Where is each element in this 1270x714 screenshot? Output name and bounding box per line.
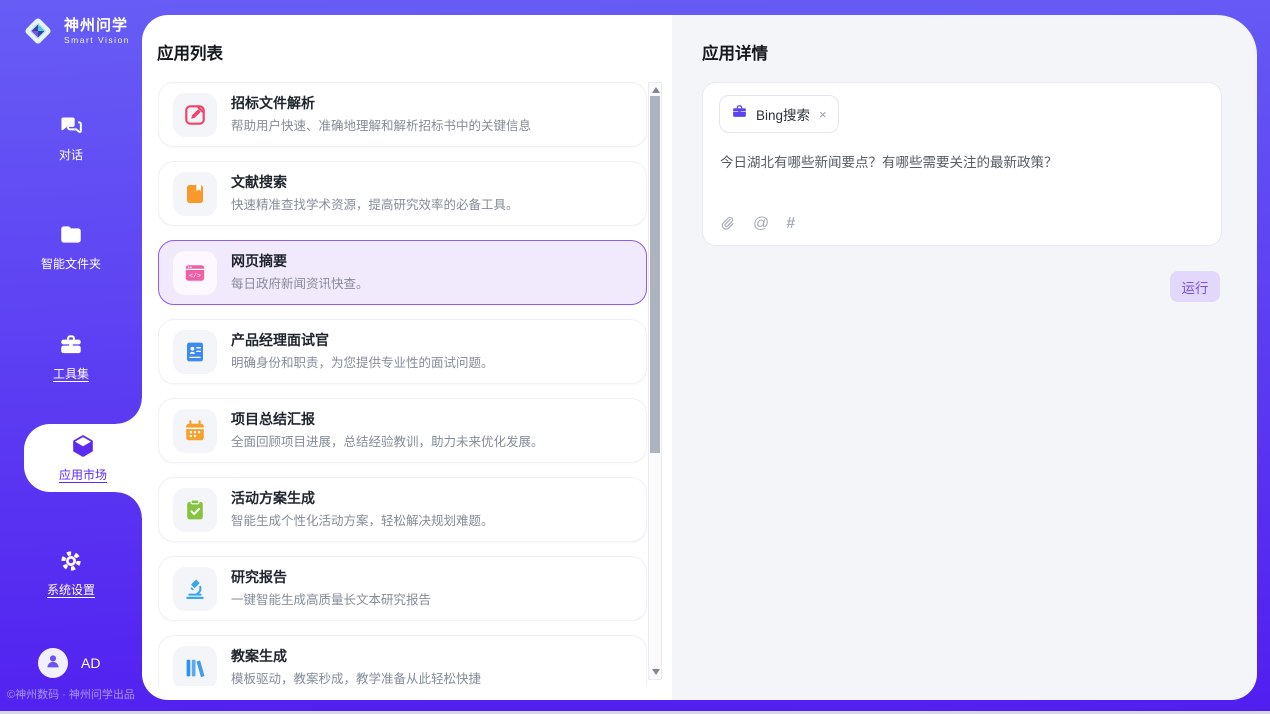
app-card-title: 研究报告	[231, 569, 431, 586]
user-initials: AD	[81, 655, 100, 671]
scroll-up-icon[interactable]	[652, 87, 660, 93]
run-button[interactable]: 运行	[1170, 271, 1220, 302]
scroll-down-icon[interactable]	[652, 669, 660, 675]
book-icon	[173, 172, 217, 216]
app-card-description: 模板驱动，教案秒成，教学准备从此轻松快捷	[231, 668, 481, 686]
microscope-icon	[173, 567, 217, 611]
sidebar-item-label: 应用市场	[59, 466, 107, 483]
app-card-title: 活动方案生成	[231, 490, 494, 507]
sidebar-item-chat[interactable]: 对话	[0, 108, 142, 168]
app-card-description: 明确身份和职责，为您提供专业性的面试问题。	[231, 352, 494, 371]
avatar[interactable]	[38, 648, 68, 678]
app-card-title: 招标文件解析	[231, 95, 531, 112]
app-card-description: 帮助用户快速、准确地理解和解析招标书中的关键信息	[231, 115, 531, 134]
app-card-title: 项目总结汇报	[231, 411, 544, 428]
tool-tag-label: Bing搜索	[756, 104, 810, 124]
input-toolbar: @#	[719, 215, 795, 232]
scrollbar[interactable]	[648, 82, 662, 680]
gear-icon	[58, 548, 84, 574]
tool-tag-bing[interactable]: Bing搜索 ×	[719, 95, 839, 133]
app-detail-title: 应用详情	[702, 40, 768, 64]
main-content: 应用列表 招标文件解析 帮助用户快速、准确地理解和解析招标书中的关键信息 文献搜…	[142, 15, 1257, 700]
paperclip-icon[interactable]	[719, 215, 736, 232]
app-list-title: 应用列表	[157, 40, 223, 64]
app-card[interactable]: </> 网页摘要 每日政府新闻资讯快查。	[158, 240, 647, 305]
folder-icon	[58, 222, 84, 248]
app-card-description: 每日政府新闻资讯快查。	[231, 273, 369, 292]
app-card-texts: 产品经理面试官 明确身份和职责，为您提供专业性的面试问题。	[231, 332, 494, 372]
app-card-description: 全面回顾项目进展，总结经验教训，助力未来优化发展。	[231, 431, 544, 450]
app-frame: 神州问学 Smart Vision 对话 智能文件夹 工具集 应用市场 系统设置…	[0, 0, 1270, 711]
app-card-list: 招标文件解析 帮助用户快速、准确地理解和解析招标书中的关键信息 文献搜索 快速精…	[158, 82, 647, 686]
app-card-title: 产品经理面试官	[231, 332, 494, 349]
app-card-title: 文献搜索	[231, 174, 519, 191]
app-card-description: 一键智能生成高质量长文本研究报告	[231, 589, 431, 608]
brand-text: 神州问学 Smart Vision	[64, 17, 130, 44]
hash-icon[interactable]: #	[786, 216, 795, 232]
pen-square-icon	[173, 93, 217, 137]
clipboard-check-icon	[173, 488, 217, 532]
query-input[interactable]: 今日湖北有哪些新闻要点？有哪些需要关注的最新政策？	[720, 151, 1205, 171]
briefcase-icon	[731, 103, 748, 125]
brand-logo-icon	[20, 13, 56, 49]
app-card[interactable]: 招标文件解析 帮助用户快速、准确地理解和解析招标书中的关键信息	[158, 82, 647, 147]
brand: 神州问学 Smart Vision	[20, 13, 130, 49]
svg-text:</>: </>	[189, 272, 201, 279]
cube-icon	[70, 433, 96, 459]
sidebar-item-label: 对话	[59, 146, 83, 163]
scrollbar-thumb[interactable]	[650, 96, 660, 453]
browser-code-icon: </>	[173, 251, 217, 295]
sidebar: 神州问学 Smart Vision 对话 智能文件夹 工具集 应用市场 系统设置…	[0, 0, 142, 711]
app-card-texts: 教案生成 模板驱动，教案秒成，教学准备从此轻松快捷	[231, 648, 481, 686]
app-card-description: 智能生成个性化活动方案，轻松解决规划难题。	[231, 510, 494, 529]
app-card-title: 教案生成	[231, 648, 481, 665]
app-card-title: 网页摘要	[231, 253, 369, 270]
app-list-panel: 应用列表 招标文件解析 帮助用户快速、准确地理解和解析招标书中的关键信息 文献搜…	[142, 15, 672, 700]
app-card[interactable]: 研究报告 一键智能生成高质量长文本研究报告	[158, 556, 647, 621]
app-card-texts: 项目总结汇报 全面回顾项目进展，总结经验教训，助力未来优化发展。	[231, 411, 544, 451]
app-card-texts: 文献搜索 快速精准查找学术资源，提高研究效率的必备工具。	[231, 174, 519, 214]
app-card[interactable]: 产品经理面试官 明确身份和职责，为您提供专业性的面试问题。	[158, 319, 647, 384]
sidebar-item-settings[interactable]: 系统设置	[0, 543, 142, 603]
user-row[interactable]: AD	[38, 648, 100, 678]
resume-icon	[173, 330, 217, 374]
brand-name: 神州问学	[64, 17, 130, 34]
app-card[interactable]: 教案生成 模板驱动，教案秒成，教学准备从此轻松快捷	[158, 635, 647, 686]
sidebar-item-label: 工具集	[53, 365, 89, 382]
brand-subtitle: Smart Vision	[64, 35, 130, 45]
sidebar-item-toolset[interactable]: 工具集	[0, 327, 142, 387]
calendar-icon	[173, 409, 217, 453]
app-card-texts: 活动方案生成 智能生成个性化活动方案，轻松解决规划难题。	[231, 490, 494, 530]
at-icon[interactable]: @	[753, 216, 769, 232]
app-card-texts: 网页摘要 每日政府新闻资讯快查。	[231, 253, 369, 293]
copyright-footer: ©神州数码 · 神州问学出品	[7, 686, 135, 702]
app-card[interactable]: 文献搜索 快速精准查找学术资源，提高研究效率的必备工具。	[158, 161, 647, 226]
sidebar-item-app-market[interactable]: 应用市场	[24, 424, 142, 492]
app-card[interactable]: 活动方案生成 智能生成个性化活动方案，轻松解决规划难题。	[158, 477, 647, 542]
app-card-texts: 研究报告 一键智能生成高质量长文本研究报告	[231, 569, 431, 609]
sidebar-item-label: 智能文件夹	[41, 255, 101, 272]
app-card[interactable]: 项目总结汇报 全面回顾项目进展，总结经验教训，助力未来优化发展。	[158, 398, 647, 463]
toolbox-icon	[58, 332, 84, 358]
sidebar-item-smart-folder[interactable]: 智能文件夹	[0, 217, 142, 277]
user-icon	[44, 652, 62, 675]
app-detail-panel: 应用详情 Bing搜索 × 今日湖北有哪些新闻要点？有哪些需要关注的最新政策？ …	[672, 15, 1257, 700]
chat-icon	[58, 113, 84, 139]
sidebar-item-label: 系统设置	[47, 581, 95, 598]
books-icon	[173, 646, 217, 687]
app-card-description: 快速精准查找学术资源，提高研究效率的必备工具。	[231, 194, 519, 213]
app-card-texts: 招标文件解析 帮助用户快速、准确地理解和解析招标书中的关键信息	[231, 95, 531, 135]
tag-close-icon[interactable]: ×	[819, 108, 827, 121]
query-card: Bing搜索 × 今日湖北有哪些新闻要点？有哪些需要关注的最新政策？ @#	[702, 82, 1222, 246]
